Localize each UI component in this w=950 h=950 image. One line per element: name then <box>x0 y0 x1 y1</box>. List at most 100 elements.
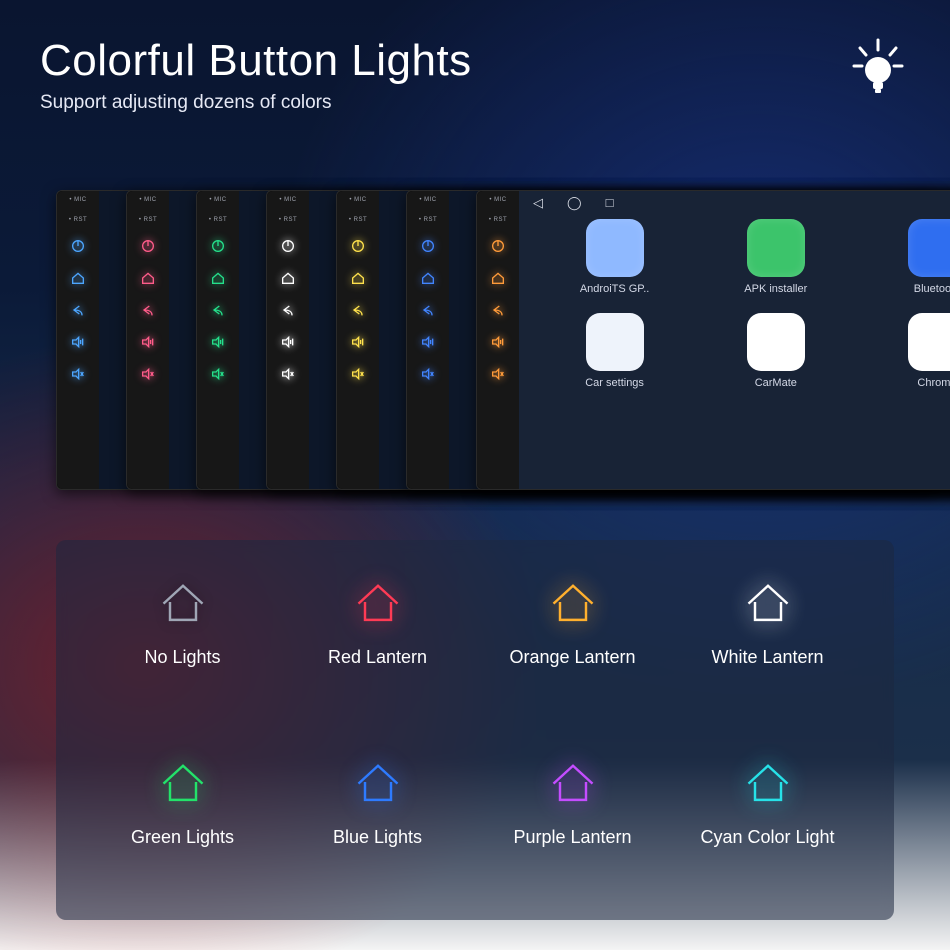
side-button-icon[interactable] <box>279 333 297 351</box>
rst-label: • RST <box>209 217 227 223</box>
rst-label: • RST <box>489 217 507 223</box>
side-button-icon[interactable] <box>419 237 437 255</box>
app-2[interactable]: Bluetooth <box>871 219 950 295</box>
side-button-icon[interactable] <box>489 333 507 351</box>
side-button-icon[interactable] <box>279 269 297 287</box>
page-subtitle: Support adjusting dozens of colors <box>40 92 472 114</box>
mic-label: • MIC <box>419 197 436 203</box>
side-button-icon[interactable] <box>69 333 87 351</box>
nav-icon-2[interactable]: □ <box>606 195 614 211</box>
side-button-icon[interactable] <box>489 301 507 319</box>
color-option-6[interactable]: Purple Lantern <box>490 758 655 892</box>
color-option-4[interactable]: Green Lights <box>100 758 265 892</box>
side-button-icon[interactable] <box>489 365 507 383</box>
side-button-icon[interactable] <box>139 333 157 351</box>
side-button-icon[interactable] <box>69 301 87 319</box>
color-option-label: Red Lantern <box>328 647 427 668</box>
nav-icon-0[interactable]: ◁ <box>533 195 543 211</box>
side-button-icon[interactable] <box>139 301 157 319</box>
device-stack: • MIC • RST • MIC • RST • MIC • RST • MI… <box>56 190 950 520</box>
side-button-icon[interactable] <box>69 237 87 255</box>
side-button-icon[interactable] <box>489 269 507 287</box>
side-button-icon[interactable] <box>209 333 227 351</box>
color-option-0[interactable]: No Lights <box>100 578 265 712</box>
app-label: Car settings <box>585 377 644 389</box>
side-button-icon[interactable] <box>69 365 87 383</box>
nav-icon-1[interactable]: ◯ <box>567 195 582 211</box>
mic-label: • MIC <box>349 197 366 203</box>
app-label: CarMate <box>755 377 797 389</box>
color-option-label: Cyan Color Light <box>700 827 834 848</box>
house-icon <box>157 758 209 811</box>
side-button-icon[interactable] <box>209 301 227 319</box>
side-button-icon[interactable] <box>209 237 227 255</box>
color-option-label: Purple Lantern <box>513 827 631 848</box>
house-icon <box>547 758 599 811</box>
side-button-icon[interactable] <box>279 301 297 319</box>
color-option-7[interactable]: Cyan Color Light <box>685 758 850 892</box>
device-side-buttons: • MIC • RST <box>477 197 519 383</box>
color-option-3[interactable]: White Lantern <box>685 578 850 712</box>
device-side-buttons: • MIC • RST <box>267 197 309 383</box>
side-button-icon[interactable] <box>349 333 367 351</box>
color-option-label: Blue Lights <box>333 827 422 848</box>
side-button-icon[interactable] <box>209 365 227 383</box>
rst-label: • RST <box>419 217 437 223</box>
app-label: Chrome <box>917 377 950 389</box>
color-option-5[interactable]: Blue Lights <box>295 758 460 892</box>
side-button-icon[interactable] <box>139 365 157 383</box>
page-title: Colorful Button Lights <box>40 36 472 86</box>
color-option-2[interactable]: Orange Lantern <box>490 578 655 712</box>
app-icon <box>908 313 950 371</box>
side-button-icon[interactable] <box>279 365 297 383</box>
side-button-icon[interactable] <box>419 333 437 351</box>
app-icon <box>586 219 644 277</box>
mic-label: • MIC <box>279 197 296 203</box>
device-side-buttons: • MIC • RST <box>407 197 449 383</box>
app-6[interactable]: CarMate <box>710 313 841 389</box>
house-icon <box>157 578 209 631</box>
device-screen: ◁ ◯ □ AndroiTS GP.. APK installer <box>519 191 950 489</box>
device-side-buttons: • MIC • RST <box>57 197 99 383</box>
side-button-icon[interactable] <box>139 237 157 255</box>
house-icon <box>547 578 599 631</box>
lightbulb-icon <box>846 36 910 100</box>
app-0[interactable]: AndroiTS GP.. <box>549 219 680 295</box>
mic-label: • MIC <box>139 197 156 203</box>
app-label: AndroiTS GP.. <box>580 283 650 295</box>
mic-label: • MIC <box>489 197 506 203</box>
android-navbar: ◁ ◯ □ <box>533 195 613 211</box>
device-side-buttons: • MIC • RST <box>337 197 379 383</box>
device-side-buttons: • MIC • RST <box>197 197 239 383</box>
side-button-icon[interactable] <box>419 365 437 383</box>
side-button-icon[interactable] <box>349 301 367 319</box>
rst-label: • RST <box>279 217 297 223</box>
house-icon <box>352 578 404 631</box>
app-icon <box>747 313 805 371</box>
mic-label: • MIC <box>69 197 86 203</box>
side-button-icon[interactable] <box>349 269 367 287</box>
rst-label: • RST <box>139 217 157 223</box>
app-7[interactable]: Chrome <box>871 313 950 389</box>
side-button-icon[interactable] <box>349 237 367 255</box>
header-text: Colorful Button Lights Support adjusting… <box>40 36 472 114</box>
color-option-1[interactable]: Red Lantern <box>295 578 460 712</box>
rst-label: • RST <box>349 217 367 223</box>
device-side-buttons: • MIC • RST <box>127 197 169 383</box>
side-button-icon[interactable] <box>139 269 157 287</box>
side-button-icon[interactable] <box>279 237 297 255</box>
rst-label: • RST <box>69 217 87 223</box>
side-button-icon[interactable] <box>489 237 507 255</box>
app-icon <box>586 313 644 371</box>
side-button-icon[interactable] <box>419 301 437 319</box>
app-1[interactable]: APK installer <box>710 219 841 295</box>
color-option-label: No Lights <box>144 647 220 668</box>
app-5[interactable]: Car settings <box>549 313 680 389</box>
color-option-label: Orange Lantern <box>509 647 635 668</box>
side-button-icon[interactable] <box>209 269 227 287</box>
app-label: Bluetooth <box>914 283 950 295</box>
mic-label: • MIC <box>209 197 226 203</box>
side-button-icon[interactable] <box>69 269 87 287</box>
side-button-icon[interactable] <box>349 365 367 383</box>
side-button-icon[interactable] <box>419 269 437 287</box>
